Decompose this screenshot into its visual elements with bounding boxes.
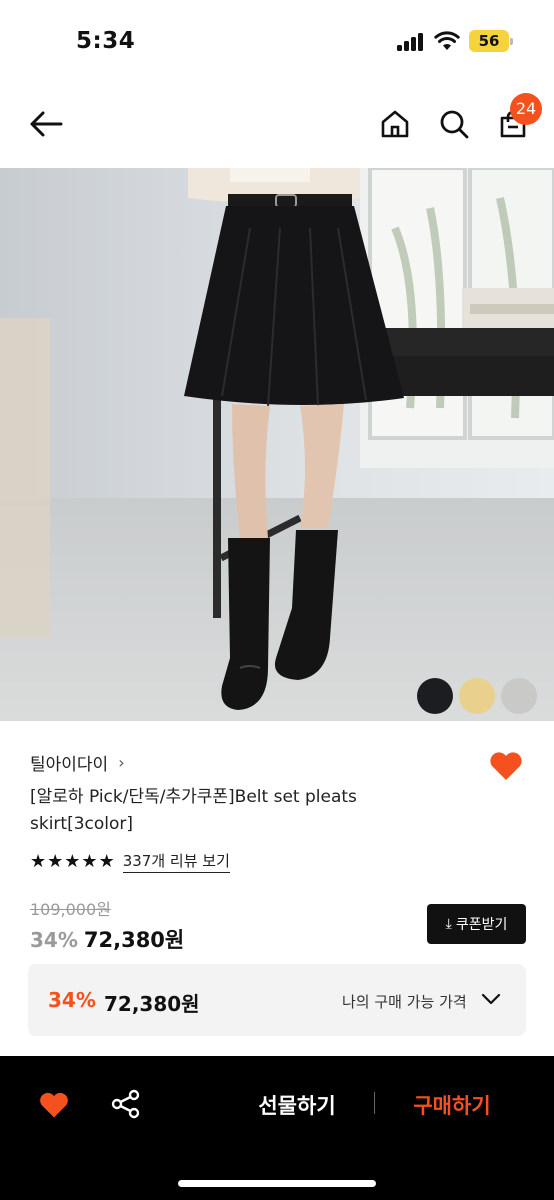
discount-rate: 34%	[30, 928, 78, 952]
star-icon: ★	[81, 851, 98, 872]
chevron-right-icon: ›	[118, 753, 125, 772]
buy-button[interactable]: 구매하기	[392, 1090, 512, 1120]
color-swatch-black[interactable]	[417, 678, 453, 714]
wishlist-button[interactable]	[38, 1089, 70, 1121]
star-icon: ★	[64, 851, 81, 872]
search-button[interactable]	[432, 102, 476, 146]
heart-icon	[490, 752, 522, 780]
original-price: 109,000원	[30, 900, 111, 919]
cellular-signal-icon	[397, 33, 425, 51]
heart-icon	[40, 1092, 68, 1118]
coupon-button-label: 쿠폰받기	[455, 917, 508, 933]
home-button[interactable]	[373, 102, 417, 146]
gift-button[interactable]: 선물하기	[232, 1090, 362, 1120]
star-rating: ★ ★ ★ ★ ★	[30, 851, 115, 872]
my-price-discount: 34%	[48, 988, 96, 1012]
battery-indicator: 56	[469, 30, 513, 52]
wifi-icon	[434, 31, 460, 50]
divider	[374, 1092, 375, 1114]
color-swatch-beige[interactable]	[459, 678, 495, 714]
color-swatch-grey[interactable]	[501, 678, 537, 714]
share-button[interactable]	[110, 1088, 142, 1120]
brand-name: 틸아이다이	[30, 755, 109, 775]
cart-count-badge: 24	[510, 93, 542, 125]
price-row: 34% 72,380원	[30, 924, 184, 954]
status-bar: 5:34 56	[0, 0, 554, 84]
product-title: [알로하 Pick/단독/추가쿠폰]Belt set pleats skirt[…	[30, 787, 357, 834]
my-price-value: 72,380원	[104, 992, 200, 1016]
top-navigation	[0, 84, 554, 168]
rating-row: ★ ★ ★ ★ ★ 337개 리뷰 보기	[30, 850, 230, 873]
star-icon: ★	[30, 851, 47, 872]
star-icon: ★	[47, 851, 64, 872]
sale-price: 72,380원	[83, 928, 185, 952]
product-photo	[0, 168, 554, 721]
share-icon	[111, 1089, 140, 1119]
bottom-action-bar: 선물하기 구매하기	[0, 1056, 554, 1200]
my-price-label: 나의 구매 가능 가격	[342, 993, 467, 1011]
arrow-left-icon	[30, 111, 63, 137]
my-price-box[interactable]: 34% 72,380원 나의 구매 가능 가격	[28, 964, 526, 1036]
status-time: 5:34	[76, 28, 136, 54]
download-icon: ⤓	[445, 916, 452, 932]
search-icon	[440, 110, 469, 139]
favorite-button[interactable]	[488, 748, 524, 784]
home-indicator	[178, 1180, 376, 1187]
product-image[interactable]	[0, 168, 554, 721]
chevron-down-icon	[481, 993, 501, 1005]
back-button[interactable]	[24, 102, 68, 146]
brand-link[interactable]: 틸아이다이 ›	[30, 750, 125, 775]
home-icon	[381, 110, 409, 138]
coupon-download-button[interactable]: ⤓ 쿠폰받기	[427, 904, 526, 944]
review-link[interactable]: 337개 리뷰 보기	[122, 850, 230, 873]
star-icon: ★	[98, 851, 115, 872]
